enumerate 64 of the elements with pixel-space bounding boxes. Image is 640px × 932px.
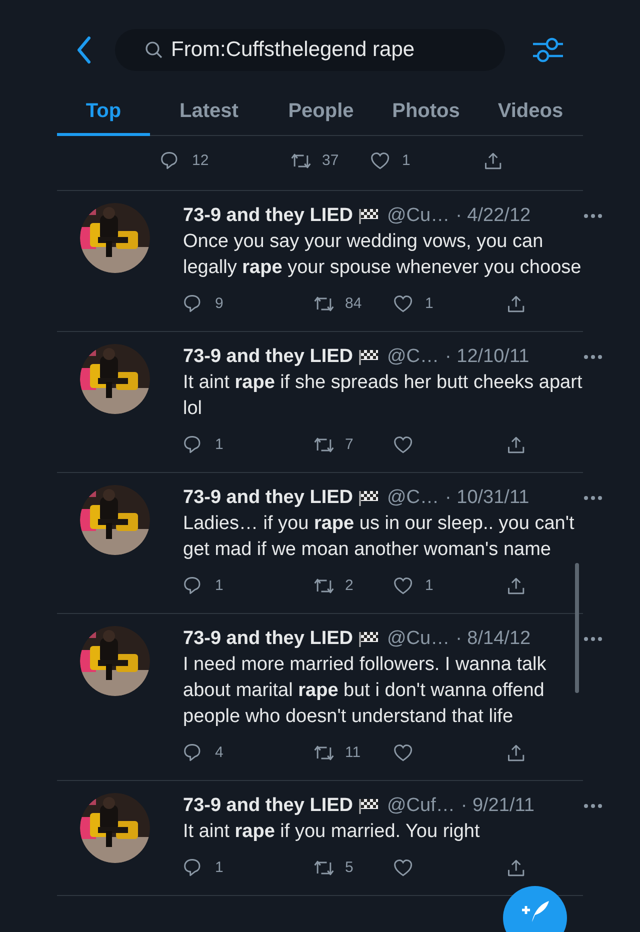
more-icon[interactable]	[583, 354, 603, 360]
reply-count: 9	[215, 294, 224, 314]
tweet-text: I need more married followers. I wanna talk about marital rape but i don't wanna offend people who doesn't understand that life	[183, 653, 548, 729]
tweet-text: Once you say your wedding vows, you can legally rape your spouse whenever you choose	[183, 230, 582, 280]
handle: @C…	[387, 486, 440, 510]
retweet-count: 37	[322, 150, 339, 171]
filter-icon[interactable]	[532, 35, 564, 65]
display-name[interactable]: 73-9 and they LIED	[183, 484, 353, 512]
checkered-flag-icon	[359, 349, 379, 365]
display-name[interactable]: 73-9 and they LIED	[183, 202, 353, 230]
heart-icon[interactable]	[393, 293, 415, 315]
handle: @Cuf…	[387, 794, 455, 818]
search-query: From:Cuffsthelegend rape	[171, 37, 415, 64]
checkered-flag-icon	[359, 631, 379, 647]
search-field[interactable]: From:Cuffsthelegend rape	[115, 29, 505, 71]
like-count: 1	[425, 576, 434, 596]
heart-icon[interactable]	[393, 857, 415, 879]
tweet-date: · 12/10/11	[445, 344, 530, 369]
retweet-count: 5	[345, 858, 354, 878]
reply-count: 1	[215, 858, 224, 878]
checkered-flag-icon	[359, 798, 379, 814]
tweet-text: Ladies… if you rape us in our sleep.. you can't get mad if we moan another woman's name	[183, 512, 576, 562]
checkered-flag-icon	[359, 208, 379, 224]
tab[interactable]: Top	[57, 96, 150, 136]
handle: @Cu…	[387, 204, 450, 228]
like-count: 1	[425, 294, 434, 314]
tab[interactable]: Latest	[150, 96, 268, 136]
tweet-date: · 10/31/11	[445, 486, 530, 510]
heart-icon[interactable]	[393, 434, 415, 456]
more-icon[interactable]	[583, 495, 603, 501]
handle: @C…	[387, 344, 440, 369]
search-icon	[145, 41, 163, 59]
tweet-date: · 9/21/11	[460, 794, 534, 818]
retweet-count: 7	[345, 434, 354, 455]
checkered-flag-icon	[359, 490, 379, 506]
more-icon[interactable]	[583, 213, 603, 219]
tab[interactable]: People	[268, 96, 374, 136]
tweet-date: · 8/14/12	[456, 626, 531, 651]
display-name[interactable]: 73-9 and they LIED	[183, 792, 353, 820]
tweet-text: It aint rape if you married. You right	[183, 820, 481, 844]
retweet-count: 84	[345, 294, 362, 314]
like-count: 1	[402, 150, 410, 171]
back-icon[interactable]	[76, 36, 92, 64]
more-icon[interactable]	[583, 803, 603, 809]
retweet-count: 2	[345, 576, 354, 596]
heart-icon[interactable]	[393, 742, 415, 764]
handle: @Cu…	[387, 626, 450, 651]
compose-icon	[520, 900, 550, 922]
display-name[interactable]: 73-9 and they LIED	[183, 342, 353, 372]
heart-icon[interactable]	[393, 575, 415, 597]
reply-count: 1	[215, 576, 224, 596]
reply-count: 1	[215, 434, 224, 455]
tab[interactable]: Videos	[478, 96, 583, 136]
compose-button[interactable]	[503, 886, 567, 932]
tweet-text: It aint rape if she spreads her butt cheeks apart lol	[183, 371, 583, 421]
reply-count: 12	[192, 150, 209, 171]
tweet-date: · 4/22/12	[456, 204, 531, 228]
reply-count: 4	[215, 742, 224, 763]
more-icon[interactable]	[583, 636, 603, 642]
heart-icon[interactable]	[370, 150, 392, 172]
scrollbar[interactable]	[575, 563, 579, 693]
display-name[interactable]: 73-9 and they LIED	[183, 624, 353, 654]
retweet-count: 11	[345, 742, 361, 763]
tab[interactable]: Photos	[374, 96, 478, 136]
